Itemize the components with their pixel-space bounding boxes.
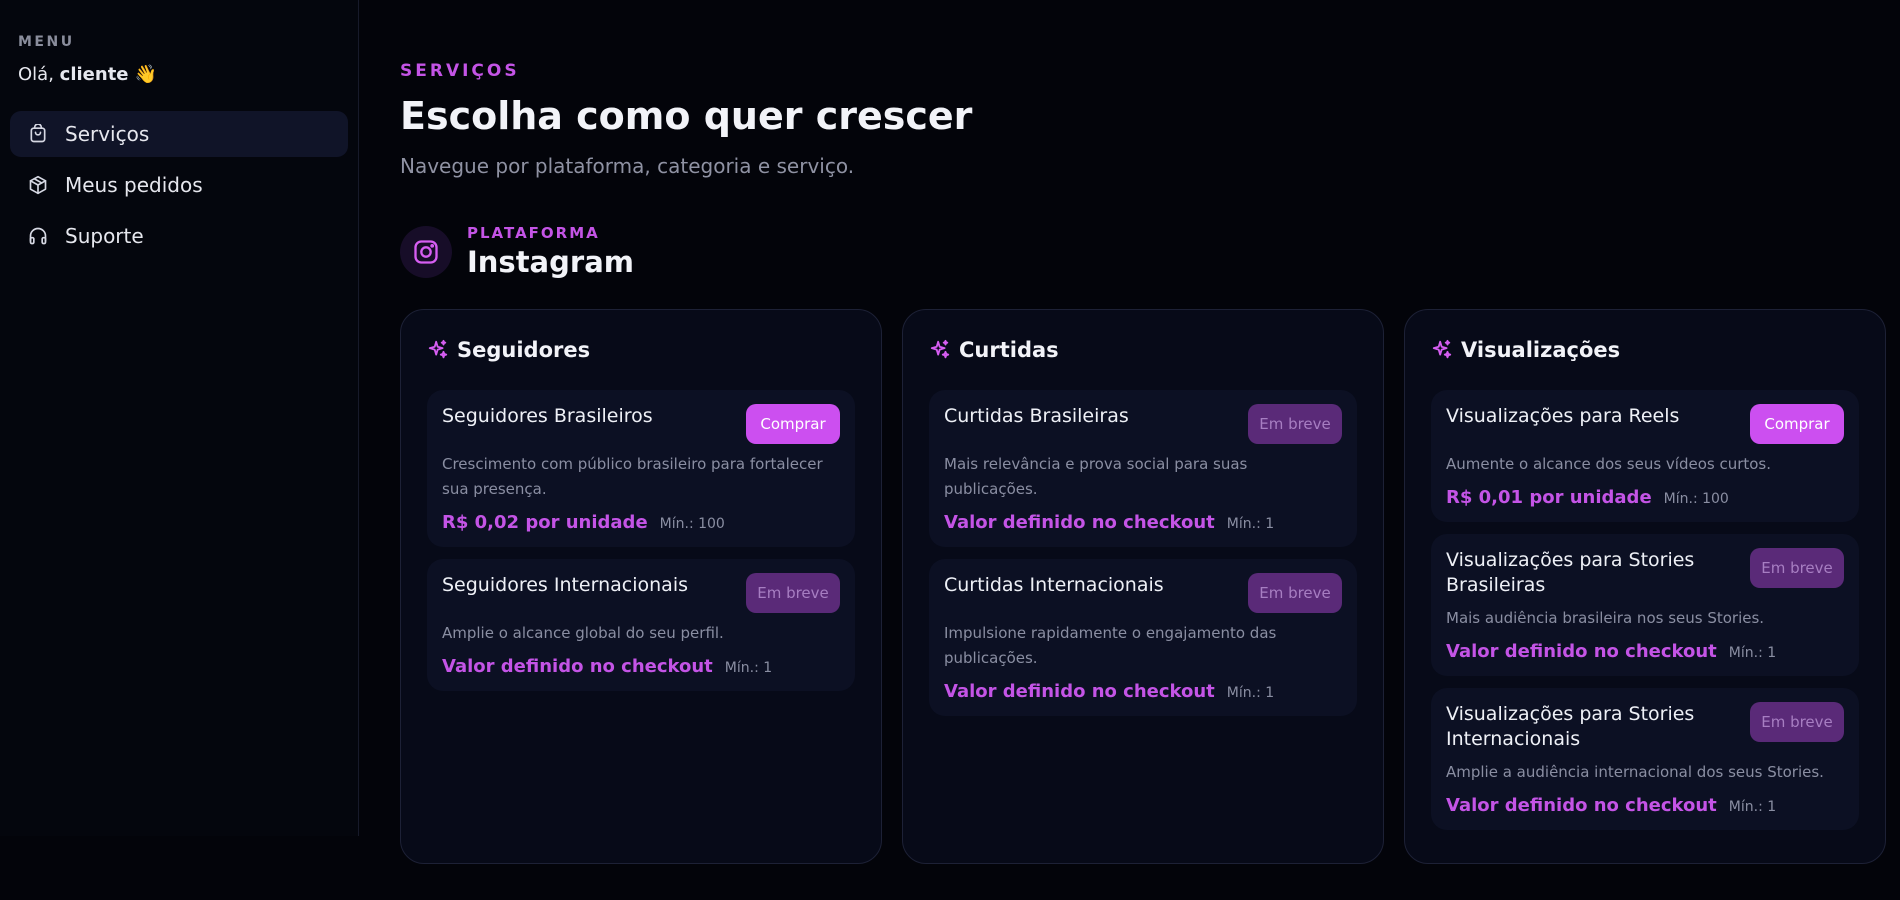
category-title: Curtidas: [959, 338, 1059, 362]
coming-soon-button: Em breve: [746, 573, 840, 613]
greeting: Olá, cliente 👋: [10, 64, 348, 85]
section-eyebrow: SERVIÇOS: [400, 61, 520, 81]
service-description: Aumente o alcance dos seus vídeos curtos…: [1446, 455, 1772, 473]
service-min: Mín.: 100: [1663, 491, 1729, 507]
category-title: Seguidores: [457, 338, 591, 362]
service-name: Visualizações para Reels: [1446, 405, 1680, 427]
package-icon: [29, 175, 47, 195]
sidebar-nav: Serviços Meus pedidos Suporte: [10, 111, 348, 259]
service-description: Impulsione rapidamente o engajamento das…: [944, 624, 1277, 667]
sidebar-item-label: Meus pedidos: [65, 173, 203, 197]
headphones-icon: [29, 227, 47, 245]
service-name: Visualizações para Stories Internacionai…: [1446, 703, 1695, 750]
page-title: Escolha como quer crescer: [400, 94, 973, 138]
service-price: Valor definido no checkout: [944, 681, 1215, 702]
service-card: Visualizações para Stories Internacionai…: [1431, 688, 1859, 830]
service-card: Curtidas Internacionais Em breve Impulsi…: [929, 559, 1357, 716]
service-name: Seguidores Brasileiros: [442, 405, 653, 427]
platform-name: Instagram: [467, 245, 634, 279]
platform-header: PLATAFORMA Instagram: [400, 224, 634, 279]
sparkles-icon: [930, 339, 950, 359]
service-price: Valor definido no checkout: [442, 656, 713, 677]
service-price: R$ 0,02 por unidade: [442, 512, 648, 533]
service-name: Seguidores Internacionais: [442, 574, 688, 596]
coming-soon-button: Em breve: [1750, 548, 1844, 588]
service-min: Mín.: 1: [1226, 685, 1275, 701]
service-name: Curtidas Brasileiras: [944, 405, 1129, 427]
service-min: Mín.: 1: [1728, 645, 1777, 661]
service-card: Visualizações para Reels Comprar Aumente…: [1431, 390, 1859, 522]
sparkles-icon: [428, 339, 448, 359]
category-card-seguidores: Seguidores Seguidores Brasileiros Compra…: [400, 309, 882, 864]
sidebar-item-label: Suporte: [65, 224, 144, 248]
coming-soon-button: Em breve: [1248, 404, 1342, 444]
buy-button[interactable]: Comprar: [1750, 404, 1844, 444]
sidebar: MENU Olá, cliente 👋 Serviços Meus pedido…: [0, 0, 359, 836]
service-card: Seguidores Brasileiros Comprar Crescimen…: [427, 390, 855, 547]
service-description: Mais relevância e prova social para suas…: [944, 455, 1248, 498]
buy-button[interactable]: Comprar: [746, 404, 840, 444]
service-price: Valor definido no checkout: [944, 512, 1215, 533]
service-card: Curtidas Brasileiras Em breve Mais relev…: [929, 390, 1357, 547]
coming-soon-button: Em breve: [1750, 702, 1844, 742]
category-card-visualizacoes: Visualizações Visualizações para Reels C…: [1404, 309, 1886, 864]
category-card-curtidas: Curtidas Curtidas Brasileiras Em breve M…: [902, 309, 1384, 864]
service-card: Seguidores Internacionais Em breve Ampli…: [427, 559, 855, 691]
greeting-name: cliente 👋: [59, 64, 158, 85]
service-description: Crescimento com público brasileiro para …: [442, 455, 823, 498]
service-min: Mín.: 100: [659, 516, 725, 532]
shopping-bag-icon: [30, 124, 46, 143]
service-description: Amplie a audiência internacional dos seu…: [1446, 763, 1824, 781]
platform-eyebrow: PLATAFORMA: [467, 224, 600, 242]
service-description: Mais audiência brasileira nos seus Stori…: [1446, 609, 1765, 627]
service-card: Visualizações para Stories Brasileiras E…: [1431, 534, 1859, 676]
sidebar-item-meus-pedidos[interactable]: Meus pedidos: [10, 162, 348, 208]
service-description: Amplie o alcance global do seu perfil.: [442, 624, 724, 642]
service-name: Visualizações para Stories Brasileiras: [1446, 549, 1695, 596]
sparkles-icon: [1432, 339, 1452, 359]
page-subtitle: Navegue por plataforma, categoria e serv…: [400, 154, 855, 178]
category-title: Visualizações: [1461, 338, 1621, 362]
service-name: Curtidas Internacionais: [944, 574, 1164, 596]
service-price: Valor definido no checkout: [1446, 795, 1717, 816]
menu-label: MENU: [18, 34, 75, 50]
service-min: Mín.: 1: [724, 660, 773, 676]
sidebar-item-servicos[interactable]: Serviços: [10, 111, 348, 157]
service-price: Valor definido no checkout: [1446, 641, 1717, 662]
coming-soon-button: Em breve: [1248, 573, 1342, 613]
service-min: Mín.: 1: [1226, 516, 1275, 532]
service-price: R$ 0,01 por unidade: [1446, 487, 1652, 508]
sidebar-item-label: Serviços: [65, 122, 150, 146]
greeting-prefix: Olá,: [18, 64, 54, 85]
sidebar-item-suporte[interactable]: Suporte: [10, 213, 348, 259]
instagram-icon: [400, 225, 452, 278]
service-min: Mín.: 1: [1728, 799, 1777, 815]
